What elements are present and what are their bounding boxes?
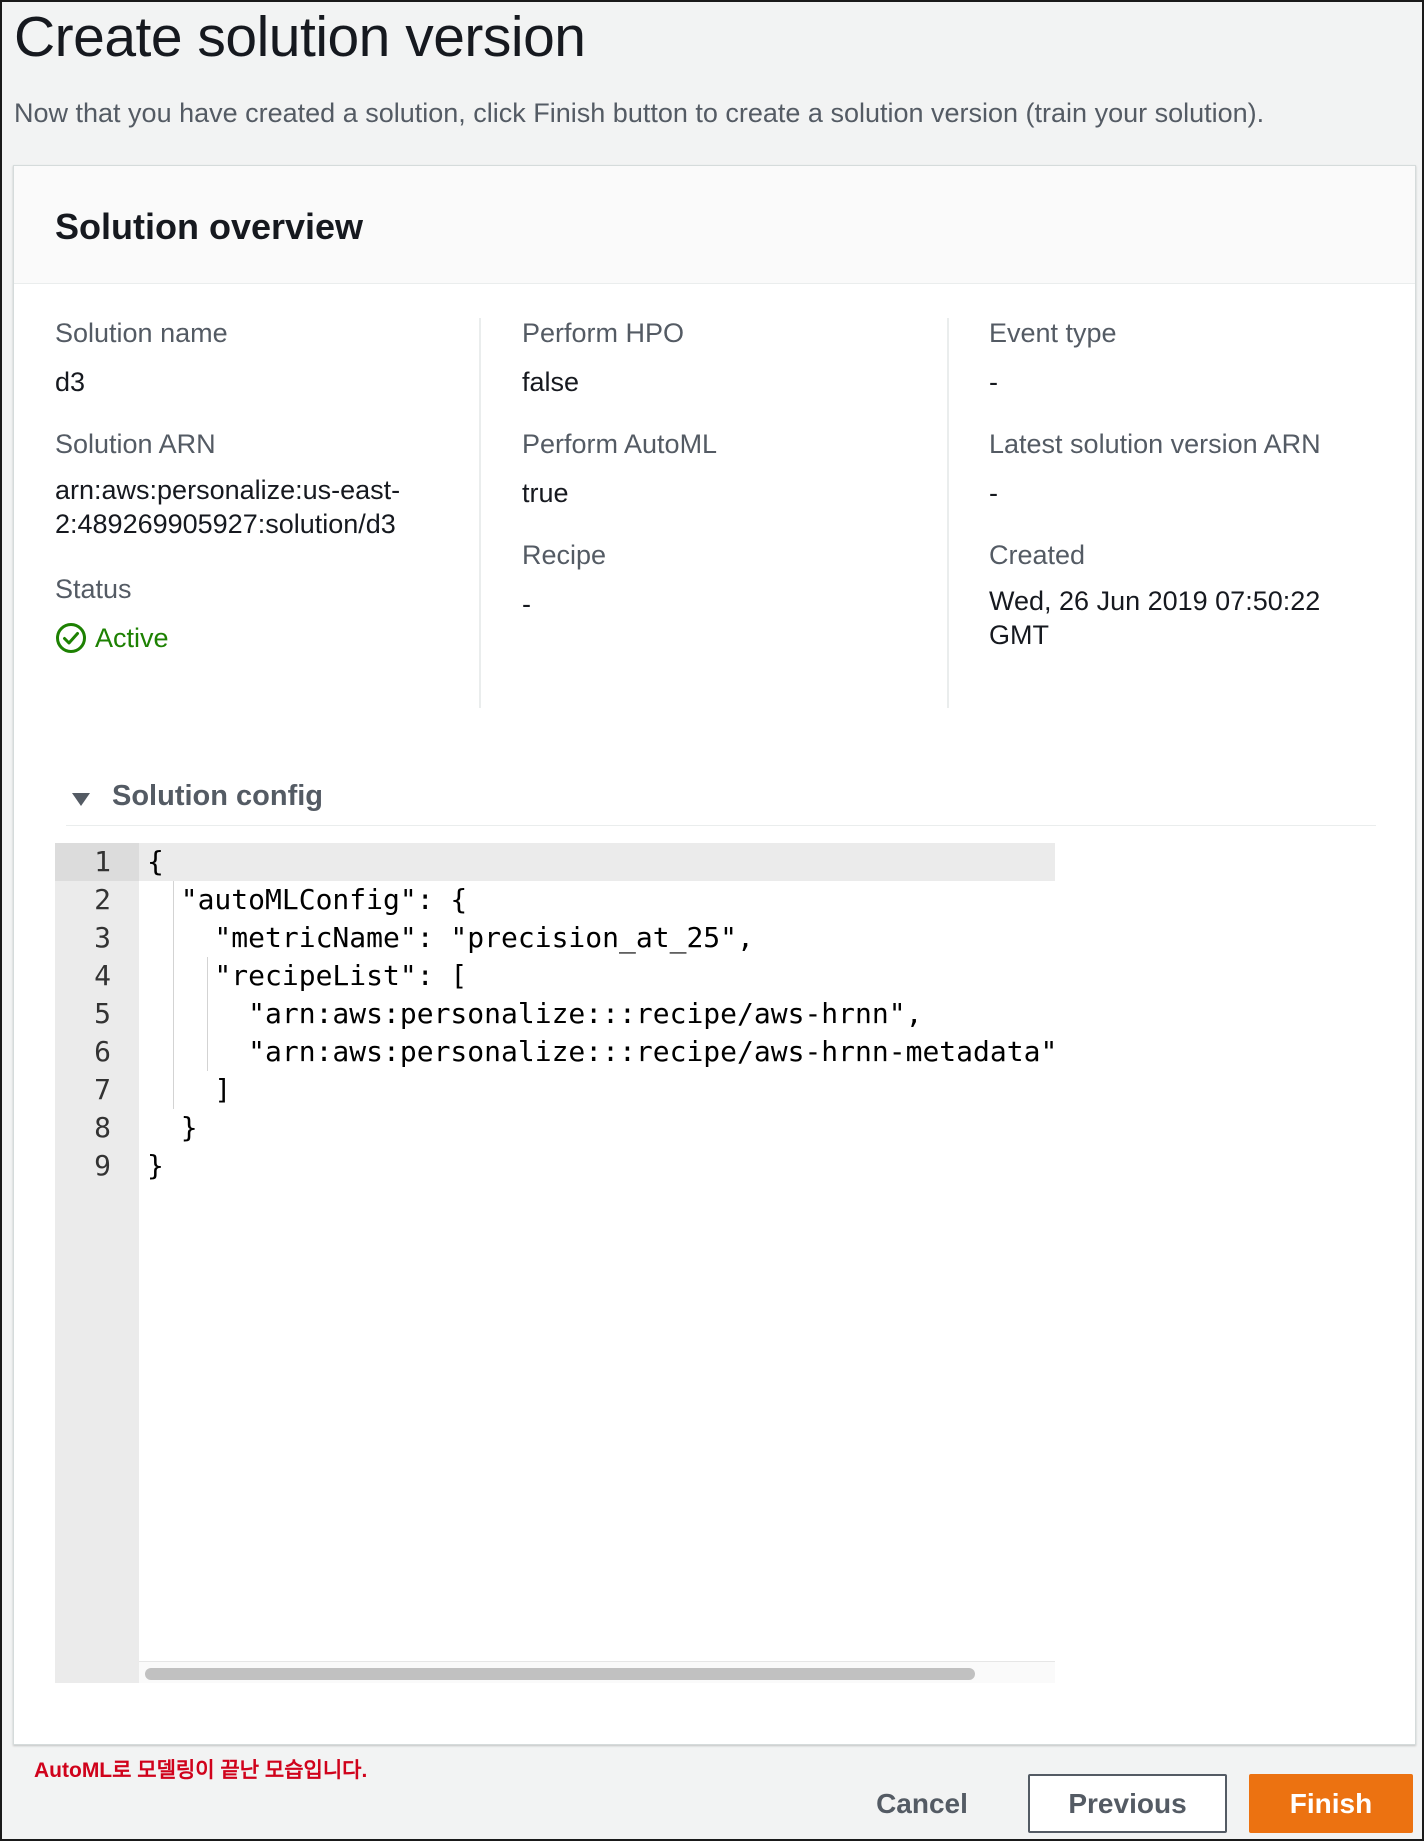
page-title: Create solution version [14, 5, 586, 69]
overview-grid: Solution name d3 Solution ARN arn:aws:pe… [14, 316, 1417, 708]
perform-automl-label: Perform AutoML [522, 429, 718, 459]
event-type-value: - [989, 367, 998, 397]
latest-version-arn-value: - [989, 478, 998, 508]
status-label: Status [55, 574, 132, 604]
annotation-caption: AutoML로 모델링이 끝난 모습입니다. [34, 1759, 368, 1782]
solution-arn-line-1: arn:aws:personalize:us-east- [55, 475, 401, 505]
overview-column-1: Solution name d3 Solution ARN arn:aws:pe… [55, 316, 495, 706]
perform-hpo-label: Perform HPO [522, 318, 685, 348]
code-line: } [147, 1149, 164, 1182]
solution-arn-label: Solution ARN [55, 429, 216, 459]
code-editor[interactable]: 1 2 3 4 5 6 7 8 9 { "autoMLConfig": { "metricNam… [55, 843, 1055, 1683]
active-line-highlight [139, 843, 1055, 881]
previous-button[interactable]: Previous [1028, 1774, 1227, 1833]
status-value: Active [55, 618, 475, 658]
solution-overview-panel: Solution overview Solution name d3 Solut… [13, 165, 1416, 1745]
line-number: 4 [94, 959, 111, 992]
line-number: 8 [94, 1111, 111, 1144]
solution-name-field: Solution name d3 [55, 316, 475, 402]
perform-hpo-value: false [522, 367, 580, 397]
code-line: { [147, 845, 164, 878]
code-line: "autoMLConfig": { [147, 883, 468, 916]
status-field: Status Active [55, 572, 475, 658]
solution-arn-field: Solution ARN arn:aws:personalize:us-east… [55, 427, 475, 541]
perform-automl-field: Perform AutoML true [522, 427, 942, 513]
panel-title: Solution overview [55, 206, 364, 247]
line-number: 5 [94, 997, 111, 1030]
solution-arn-value: arn:aws:personalize:us-east- 2:489269905… [55, 473, 475, 541]
line-number: 3 [94, 921, 111, 954]
code-line: "recipeList": [ [147, 959, 468, 992]
line-number: 7 [94, 1073, 111, 1106]
created-field: Created Wed, 26 Jun 2019 07:50:22 GMT [989, 538, 1409, 652]
recipe-label: Recipe [522, 540, 607, 570]
perform-hpo-field: Perform HPO false [522, 316, 942, 402]
line-number: 2 [94, 883, 111, 916]
horizontal-scrollbar[interactable] [139, 1661, 1055, 1683]
event-type-label: Event type [989, 318, 1117, 348]
solution-config-label: Solution config [112, 780, 324, 812]
recipe-value: - [522, 589, 531, 619]
solution-name-label: Solution name [55, 318, 228, 348]
status-text: Active [95, 623, 169, 653]
created-value: Wed, 26 Jun 2019 07:50:22 GMT [989, 584, 1409, 652]
cancel-button[interactable]: Cancel [862, 1774, 982, 1833]
event-type-field: Event type - [989, 316, 1409, 402]
latest-version-arn-label: Latest solution version ARN [989, 429, 1321, 459]
recipe-field: Recipe - [522, 538, 942, 624]
page-frame: Create solution version Now that you hav… [0, 0, 1424, 1841]
finish-button[interactable]: Finish [1249, 1774, 1413, 1833]
line-number-gutter: 1 2 3 4 5 6 7 8 9 [55, 843, 139, 1683]
line-number: 6 [94, 1035, 111, 1068]
code-line: "arn:aws:personalize:::recipe/aws-hrnn", [147, 997, 923, 1030]
page-description: Now that you have created a solution, cl… [14, 98, 1265, 128]
perform-automl-value: true [522, 478, 569, 508]
created-line-1: Wed, 26 Jun 2019 07:50:22 [989, 586, 1321, 616]
latest-version-arn-field: Latest solution version ARN - [989, 427, 1409, 513]
panel-header: Solution overview [14, 166, 1415, 284]
line-number: 9 [94, 1149, 111, 1182]
code-line: "arn:aws:personalize:::recipe/aws-hrnn-m… [147, 1035, 1055, 1068]
caret-down-icon [66, 780, 96, 820]
code-line: "metricName": "precision_at_25", [147, 921, 754, 954]
scrollbar-thumb[interactable] [145, 1668, 975, 1680]
created-line-2: GMT [989, 620, 1049, 650]
line-number: 1 [94, 845, 111, 878]
solution-name-value: d3 [55, 367, 86, 397]
created-label: Created [989, 540, 1086, 570]
code-line: ] [147, 1073, 232, 1106]
solution-arn-line-2: 2:489269905927:solution/d3 [55, 509, 396, 539]
check-circle-icon [55, 622, 87, 654]
code-line: } [147, 1111, 198, 1144]
overview-column-2: Perform HPO false Perform AutoML true Re… [522, 316, 962, 706]
solution-config-expander[interactable]: Solution config [66, 776, 1376, 826]
overview-column-3: Event type - Latest solution version ARN… [989, 316, 1424, 706]
code-area[interactable]: { "autoMLConfig": { "metricName": "preci… [139, 843, 1055, 1663]
